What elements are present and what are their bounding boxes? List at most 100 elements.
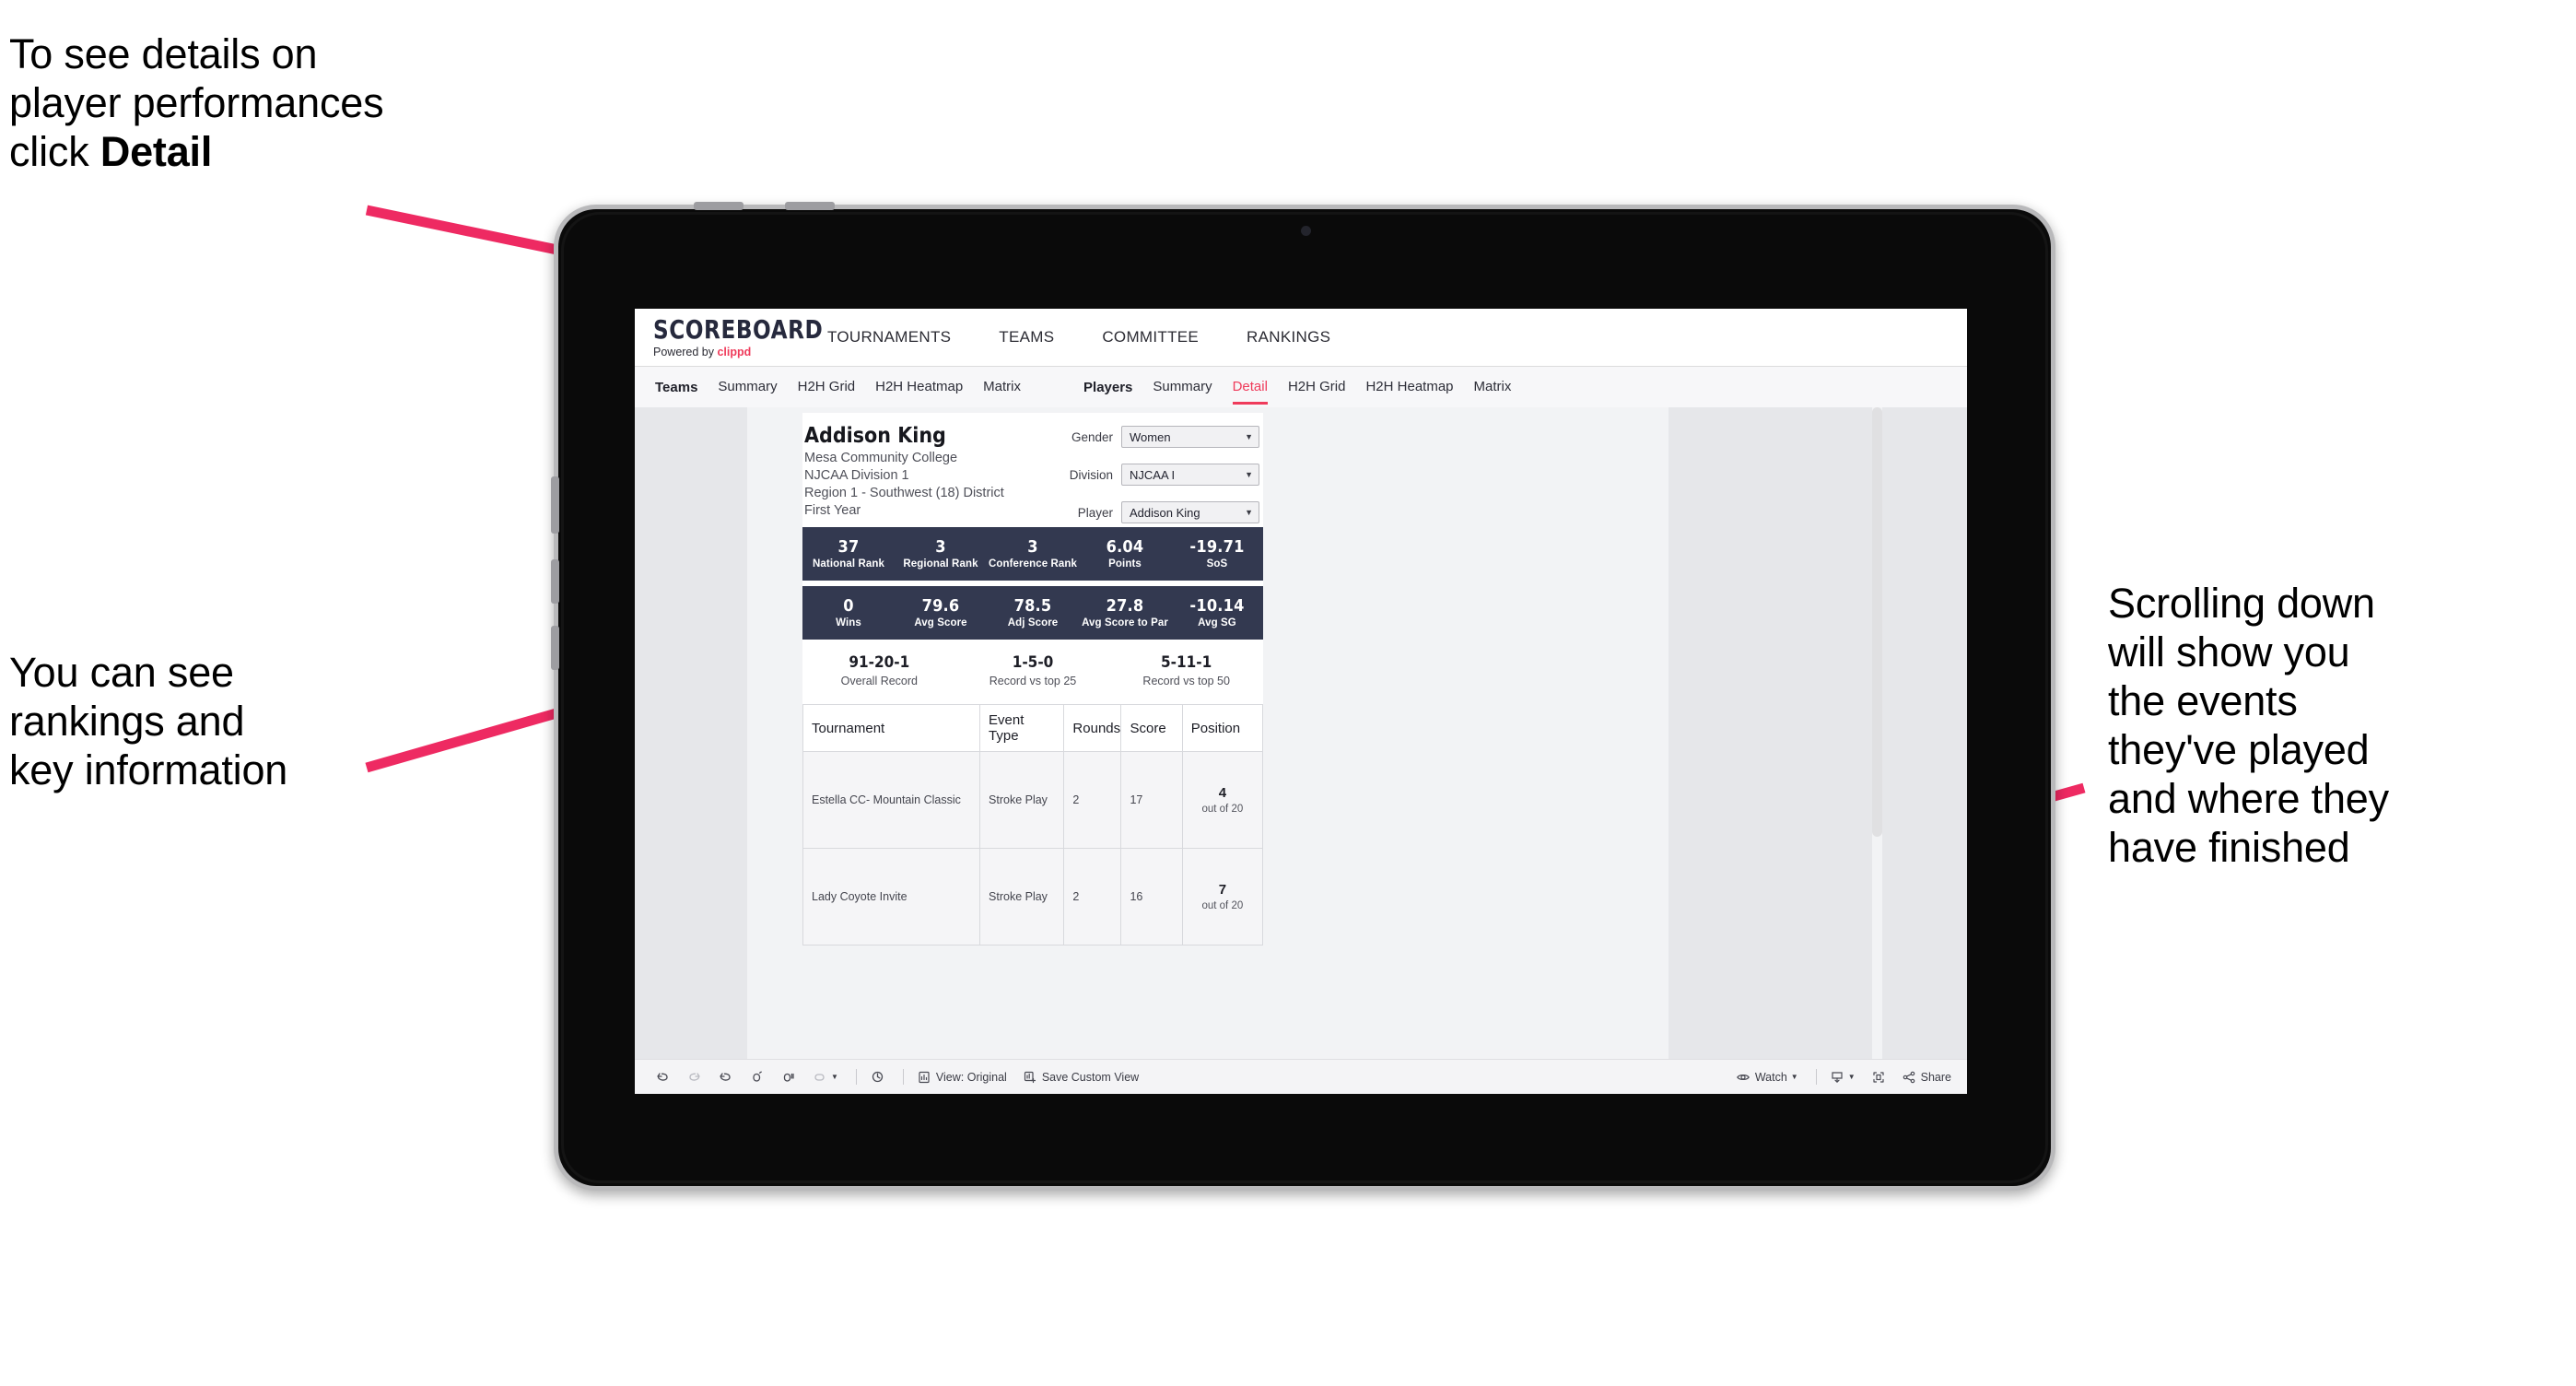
filter-division-label: Division	[1069, 467, 1113, 482]
tab-teams-h2h-grid[interactable]: H2H Grid	[798, 379, 856, 396]
stat-points-label: Points	[1108, 558, 1142, 570]
share-button[interactable]: Share	[1902, 1070, 1951, 1085]
record-vs-top-25-value: 1-5-0	[1012, 652, 1054, 672]
filter-division-select[interactable]: NJCAA I ▼	[1121, 464, 1259, 486]
chevron-down-icon: ▼	[1245, 507, 1253, 517]
cell-position-rank: 7	[1218, 882, 1227, 899]
topnav-rankings[interactable]: RANKINGS	[1223, 328, 1354, 346]
stat-national-rank-value: 37	[837, 536, 860, 557]
column-header-position[interactable]: Position	[1181, 704, 1264, 753]
logo-brand-clippd: clippd	[717, 345, 752, 358]
vertical-scrollbar-thumb[interactable]	[1872, 407, 1882, 837]
tournament-results-table: Tournament Event Type Rounds Score Posit…	[802, 704, 1264, 946]
tablet-side-button-volume-down	[551, 626, 559, 670]
stat-sos: -19.71 SoS	[1171, 537, 1263, 570]
cell-score: 16	[1120, 848, 1183, 946]
tablet-side-button-power	[551, 476, 559, 534]
redo-button[interactable]	[686, 1069, 702, 1085]
cell-position-field: out of 20	[1201, 899, 1244, 911]
column-header-event-type[interactable]: Event Type	[979, 704, 1065, 753]
column-header-rounds[interactable]: Rounds	[1063, 704, 1122, 753]
watch-button[interactable]: Watch ▼	[1736, 1070, 1798, 1085]
cell-rounds: 2	[1063, 848, 1122, 946]
stat-points-value: 6.04	[1106, 536, 1144, 557]
topnav-teams[interactable]: TEAMS	[975, 328, 1078, 346]
tab-teams-h2h-heatmap[interactable]: H2H Heatmap	[875, 379, 963, 396]
table-row[interactable]: Lady Coyote Invite Stroke Play 2 16 7 ou…	[802, 848, 1264, 946]
stat-conference-rank-label: Conference Rank	[988, 558, 1078, 570]
save-custom-view-button[interactable]: Save Custom View	[1023, 1070, 1139, 1085]
revert-button[interactable]	[718, 1069, 733, 1085]
record-overall: 91-20-1 Overall Record	[802, 653, 956, 688]
filter-player-select[interactable]: Addison King ▼	[1121, 501, 1259, 523]
download-button[interactable]: ▼	[1830, 1070, 1856, 1085]
record-overall-label: Overall Record	[840, 675, 919, 688]
stat-avg-score-label: Avg Score	[914, 617, 967, 628]
toolbar-divider	[855, 1069, 857, 1085]
scoreboard-logo[interactable]: SCOREBOARD Powered by clippd	[635, 316, 823, 358]
filter-player-value: Addison King	[1130, 505, 1200, 520]
stat-conference-rank-value: 3	[1027, 536, 1038, 557]
annotation-top-left-emphasis: Detail	[100, 128, 213, 176]
chevron-down-icon: ▼	[1847, 1073, 1856, 1081]
chevron-down-icon: ▼	[1790, 1073, 1798, 1081]
stat-avg-sg-label: Avg SG	[1198, 617, 1236, 628]
stat-wins: 0 Wins	[802, 595, 895, 628]
app-screen: SCOREBOARD Powered by clippd TOURNAMENTS…	[635, 309, 1967, 1094]
view-original-label: View: Original	[935, 1070, 1007, 1084]
stat-adj-score: 78.5 Adj Score	[987, 596, 1079, 628]
view-original-button[interactable]: View: Original	[917, 1070, 1007, 1085]
topnav-committee[interactable]: COMMITTEE	[1078, 328, 1223, 346]
cell-event-type: Stroke Play	[979, 751, 1065, 850]
tablet-top-button-2	[785, 202, 835, 210]
tab-players-h2h-grid[interactable]: H2H Grid	[1288, 379, 1346, 396]
annotation-right: Scrolling down will show you the events …	[2108, 580, 2389, 872]
tablet-side-button-volume-up	[551, 559, 559, 604]
annotation-top-left: To see details on player performances cl…	[9, 29, 599, 176]
tab-players-matrix[interactable]: Matrix	[1474, 379, 1512, 396]
stat-avg-score-to-par-label: Avg Score to Par	[1082, 617, 1168, 628]
tab-players-detail[interactable]: Detail	[1232, 379, 1269, 405]
visualization-canvas: Addison King Mesa Community College NJCA…	[635, 407, 1967, 1059]
chevron-down-icon: ▼	[1245, 431, 1253, 441]
table-row[interactable]: Estella CC- Mountain Classic Stroke Play…	[802, 751, 1264, 850]
pause-data-button[interactable]	[780, 1069, 796, 1085]
stat-adj-score-label: Adj Score	[1007, 617, 1059, 628]
filter-player-label: Player	[1077, 505, 1113, 520]
record-vs-top-50: 5-11-1 Record vs top 50	[1109, 652, 1263, 688]
top-navigation-bar: SCOREBOARD Powered by clippd TOURNAMENTS…	[635, 309, 1967, 367]
pause-auto-update-button[interactable]: ▼	[812, 1069, 838, 1085]
tab-group-teams: Teams Summary H2H Grid H2H Heatmap Matri…	[655, 379, 1041, 396]
tab-group-label-players: Players	[1083, 379, 1133, 395]
cell-score: 17	[1120, 751, 1183, 850]
tab-teams-matrix[interactable]: Matrix	[983, 379, 1021, 396]
record-vs-top-50-label: Record vs top 50	[1142, 675, 1230, 688]
section-tab-strip: Teams Summary H2H Grid H2H Heatmap Matri…	[635, 367, 1967, 408]
undo-button[interactable]	[655, 1069, 671, 1085]
cell-position: 4 out of 20	[1181, 751, 1264, 850]
record-vs-top-50-value: 5-11-1	[1161, 652, 1212, 672]
filter-gender: Gender Women ▼	[1038, 426, 1259, 448]
tablet-device-frame: SCOREBOARD Powered by clippd TOURNAMENTS…	[551, 202, 2055, 1191]
share-label: Share	[1920, 1070, 1951, 1084]
topnav-tournaments[interactable]: TOURNAMENTS	[803, 328, 975, 346]
cell-tournament: Lady Coyote Invite	[802, 848, 981, 946]
filter-gender-label: Gender	[1071, 429, 1113, 444]
column-header-tournament[interactable]: Tournament	[802, 704, 981, 753]
tab-players-h2h-heatmap[interactable]: H2H Heatmap	[1365, 379, 1453, 396]
tab-players-summary[interactable]: Summary	[1153, 379, 1212, 396]
filter-gender-select[interactable]: Women ▼	[1121, 426, 1259, 448]
stat-wins-label: Wins	[836, 617, 861, 628]
stat-conference-rank: 3 Conference Rank	[987, 536, 1079, 570]
pause-refresh-button[interactable]	[870, 1069, 885, 1085]
logo-powered-by: Powered by clippd	[653, 346, 803, 358]
cell-position-field: out of 20	[1201, 803, 1244, 815]
stat-wins-value: 0	[843, 595, 854, 616]
fullscreen-button[interactable]	[1871, 1070, 1886, 1085]
tab-teams-summary[interactable]: Summary	[718, 379, 777, 396]
refresh-data-button[interactable]	[749, 1069, 765, 1085]
cell-position: 7 out of 20	[1181, 848, 1264, 946]
stat-avg-sg: -10.14 Avg SG	[1171, 596, 1263, 628]
column-header-score[interactable]: Score	[1120, 704, 1183, 753]
logo-powered-prefix: Powered by	[653, 345, 718, 358]
